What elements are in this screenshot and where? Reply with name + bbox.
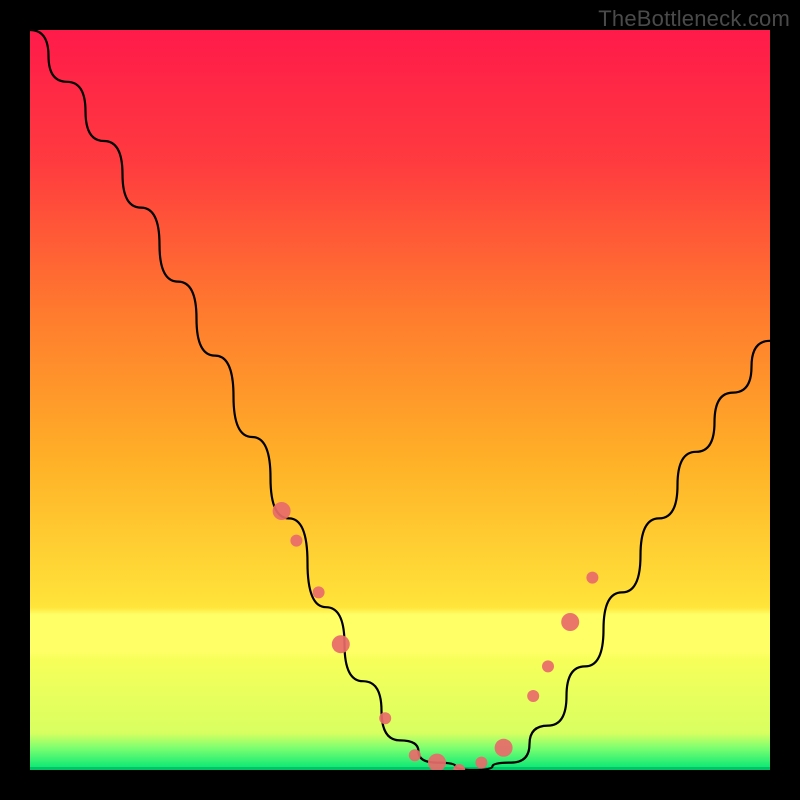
marker-point	[586, 572, 598, 584]
chart-frame	[30, 30, 770, 770]
gradient-background	[30, 30, 770, 770]
marker-point	[409, 749, 421, 761]
marker-point	[290, 535, 302, 547]
marker-point	[273, 502, 291, 520]
marker-point	[379, 712, 391, 724]
marker-point	[313, 586, 325, 598]
marker-point	[527, 690, 539, 702]
watermark-text: TheBottleneck.com	[598, 6, 790, 32]
bottleneck-chart	[30, 30, 770, 770]
baseline-band	[30, 767, 770, 770]
marker-point	[542, 660, 554, 672]
marker-point	[495, 739, 513, 757]
marker-point	[561, 613, 579, 631]
marker-point	[475, 757, 487, 769]
marker-point	[332, 635, 350, 653]
